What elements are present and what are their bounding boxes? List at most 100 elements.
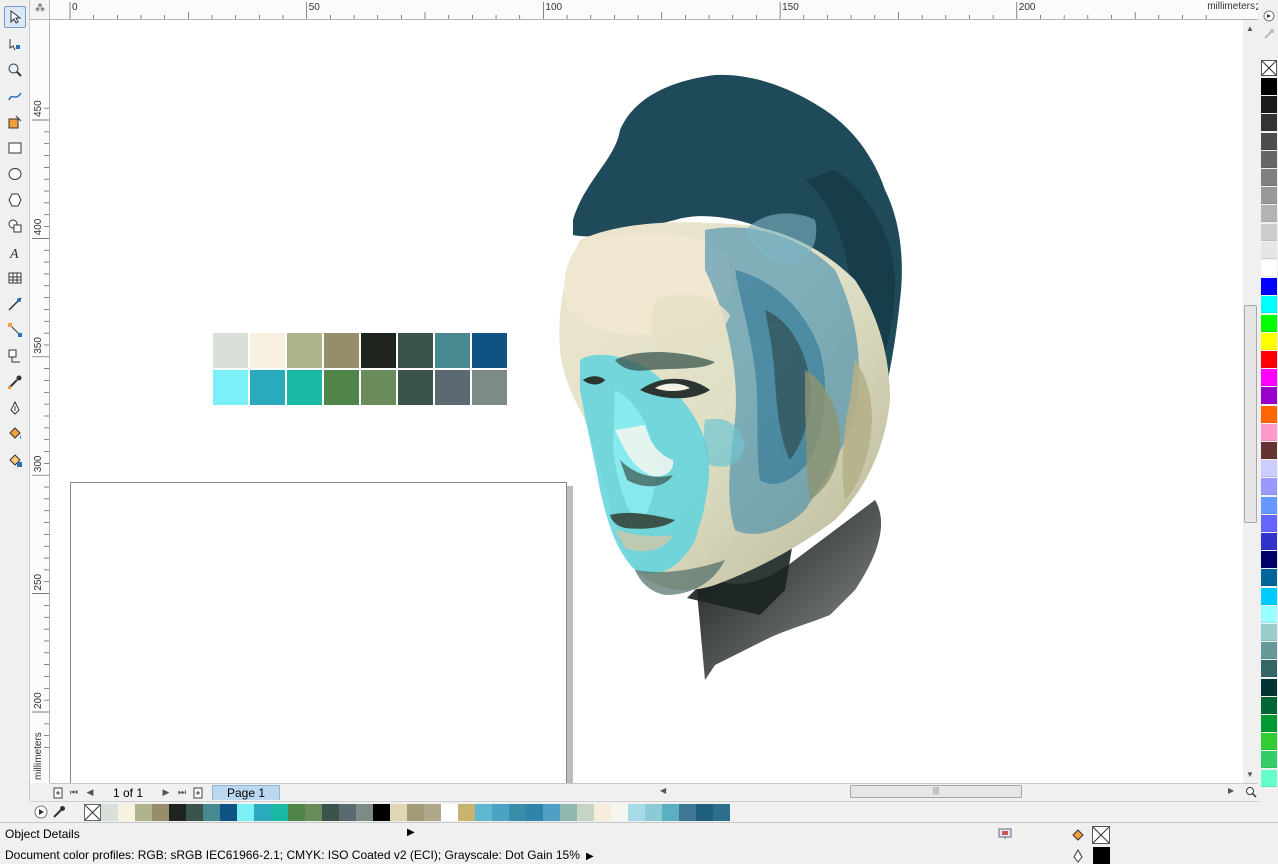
object-details-expand-icon[interactable]: ▶ (407, 827, 415, 838)
document-palette-chip[interactable] (339, 803, 356, 821)
document-palette-chip[interactable] (203, 803, 220, 821)
insert-page-after-icon[interactable] (190, 785, 206, 801)
color-swatch[interactable] (213, 370, 248, 405)
palette-color-chip[interactable] (1261, 751, 1277, 769)
color-swatch[interactable] (324, 370, 359, 405)
palette-color-chip[interactable] (1261, 169, 1277, 186)
ruler-corner[interactable]: ⁂ (30, 0, 50, 20)
color-swatch[interactable] (287, 333, 322, 368)
document-palette-chip[interactable] (679, 803, 696, 821)
fill-tool-button[interactable] (4, 423, 26, 445)
color-swatch[interactable] (472, 370, 507, 405)
palette-color-chip[interactable] (1261, 260, 1277, 277)
palette-color-chip[interactable] (1261, 696, 1277, 714)
document-palette-chip[interactable] (509, 803, 526, 821)
outline-tool-button[interactable] (4, 397, 26, 419)
fill-color-none-swatch[interactable] (1092, 826, 1110, 844)
scroll-right-arrow-icon[interactable]: ▶ (1228, 786, 1234, 795)
basic-shapes-tool-button[interactable] (4, 215, 26, 237)
first-page-icon[interactable]: ⏮ (66, 785, 82, 801)
document-palette-chip[interactable] (543, 803, 560, 821)
vertical-scroll-thumb[interactable] (1244, 305, 1257, 523)
palette-color-chip[interactable] (1261, 278, 1277, 296)
palette-color-chip[interactable] (1261, 351, 1277, 368)
horizontal-scrollbar[interactable]: ◀ ||| ▶ (655, 783, 1243, 800)
table-tool-button[interactable] (4, 267, 26, 289)
document-palette-chip[interactable] (458, 803, 475, 821)
palette-color-chip[interactable] (1261, 314, 1277, 332)
connector-tool-button[interactable] (4, 319, 26, 341)
document-palette-chip[interactable] (441, 803, 458, 821)
no-color-chip[interactable] (84, 803, 101, 821)
pick-tool-button[interactable] (4, 6, 26, 28)
palette-color-chip[interactable] (1261, 660, 1277, 678)
palette-color-chip[interactable] (1261, 205, 1277, 223)
palette-color-chip[interactable] (1261, 241, 1277, 259)
insert-page-before-icon[interactable] (50, 785, 66, 801)
ellipse-tool-button[interactable] (4, 163, 26, 185)
color-swatch[interactable] (250, 333, 285, 368)
palette-color-chip[interactable] (1261, 442, 1277, 459)
palette-color-chip[interactable] (1261, 551, 1277, 569)
palette-color-chip[interactable] (1261, 405, 1277, 423)
palette-color-chip[interactable] (1261, 569, 1277, 587)
document-palette-chip[interactable] (237, 803, 254, 821)
document-palette-chip[interactable] (101, 803, 118, 821)
document-palette-chip[interactable] (696, 803, 713, 821)
polygon-tool-button[interactable] (4, 189, 26, 211)
palette-color-chip[interactable] (1261, 678, 1277, 696)
document-palette-chip[interactable] (322, 803, 339, 821)
palette-eyedropper-icon-bottom[interactable] (52, 805, 66, 819)
palette-color-chip[interactable] (1261, 187, 1277, 205)
palette-color-chip[interactable] (1261, 642, 1277, 660)
document-palette-chip[interactable] (662, 803, 679, 821)
zoom-navigator-button[interactable] (1243, 783, 1258, 800)
color-swatch-grid[interactable] (213, 333, 507, 405)
palette-color-chip[interactable] (1261, 769, 1277, 787)
color-swatch[interactable] (398, 333, 433, 368)
document-palette-chip[interactable] (373, 803, 390, 821)
drawing-canvas[interactable] (50, 20, 1243, 783)
document-palette-chip[interactable] (526, 803, 543, 821)
document-palette-chip[interactable] (152, 803, 169, 821)
color-swatch[interactable] (213, 333, 248, 368)
shape-tool-button[interactable] (4, 33, 26, 55)
palette-color-chip[interactable] (1261, 114, 1277, 132)
color-swatch[interactable] (361, 333, 396, 368)
document-palette-chip[interactable] (186, 803, 203, 821)
palette-color-chip[interactable] (1261, 78, 1277, 95)
document-palette-chip[interactable] (305, 803, 322, 821)
no-color-swatch[interactable] (1261, 60, 1277, 76)
document-palette-chip[interactable] (288, 803, 305, 821)
document-palette-chip[interactable] (271, 803, 288, 821)
vertical-scrollbar[interactable]: ▲ ▼ (1243, 20, 1258, 783)
outline-color-swatch[interactable] (1093, 847, 1110, 864)
palette-color-chip[interactable] (1261, 605, 1277, 623)
palette-color-chip[interactable] (1261, 296, 1277, 314)
palette-color-chip[interactable] (1261, 533, 1277, 550)
document-palette-chip[interactable] (713, 803, 730, 821)
palette-color-chip[interactable] (1261, 369, 1277, 387)
palette-color-chip[interactable] (1261, 460, 1277, 478)
document-palette-chip[interactable] (118, 803, 135, 821)
document-palette-chip[interactable] (492, 803, 509, 821)
fill-indicator-icon[interactable] (1069, 826, 1087, 844)
document-palette-chip[interactable] (254, 803, 271, 821)
document-palette-chip[interactable] (135, 803, 152, 821)
palette-color-chip[interactable] (1261, 423, 1277, 441)
document-palette-chip[interactable] (390, 803, 407, 821)
palette-color-chip[interactable] (1261, 733, 1277, 751)
palette-color-chip[interactable] (1261, 387, 1277, 405)
palette-color-chip[interactable] (1261, 96, 1277, 114)
color-swatch[interactable] (472, 333, 507, 368)
next-page-icon[interactable]: ▶ (158, 785, 174, 801)
horizontal-ruler[interactable]: 050100150200250300350400450 millimeters (50, 0, 1258, 20)
palette-color-chip[interactable] (1261, 223, 1277, 241)
page-tab-1[interactable]: Page 1 (212, 785, 281, 800)
palette-color-chip[interactable] (1261, 715, 1277, 732)
document-palette-chip[interactable] (577, 803, 594, 821)
palette-color-chip[interactable] (1261, 478, 1277, 496)
palette-color-chip[interactable] (1261, 332, 1277, 350)
document-palette-chip[interactable] (475, 803, 492, 821)
color-swatch[interactable] (435, 370, 470, 405)
